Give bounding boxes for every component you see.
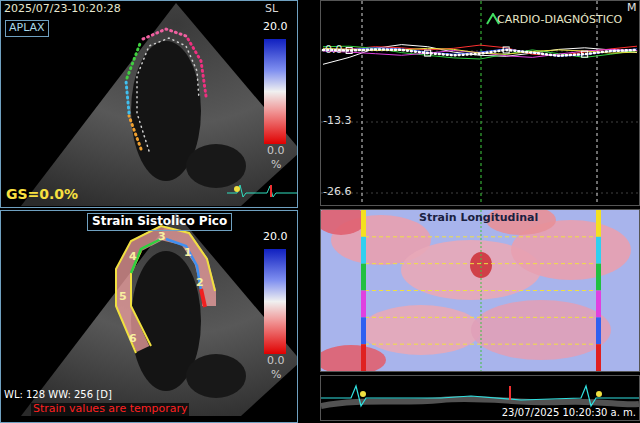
- strain-map[interactable]: Strain Longitudinal: [320, 209, 640, 372]
- grid-line: [321, 122, 639, 123]
- global-strain: GS=0.0%: [6, 186, 78, 202]
- segment-bar: [361, 210, 366, 237]
- y-tick: -26.6: [323, 186, 351, 199]
- segment-bar: [361, 291, 366, 318]
- window-level: WL: 128 WW: 256 [D]: [4, 389, 112, 401]
- segment-bar: [596, 317, 601, 344]
- marker-icon: [596, 391, 602, 397]
- strain-curve-chart[interactable]: 0.0 -13.3 -26.6 M CARDIO-DIAGNÓSTICO: [320, 0, 640, 206]
- timestamp: 23/07/2025 10:20:30 a. m.: [502, 407, 636, 419]
- segment-label: 2: [196, 277, 204, 290]
- segment-bar: [596, 264, 601, 291]
- scale-max: 20.0: [263, 21, 288, 34]
- y-tick: 0.0: [325, 44, 343, 57]
- segment-bar: [596, 344, 601, 371]
- brand-label: CARDIO-DIAGNÓSTICO: [497, 14, 622, 27]
- strain-band: [123, 233, 209, 349]
- echo-view-panel[interactable]: 2025/07/23-10:20:28 APLAX SL 20.0 0.0% GS=0.0…: [0, 0, 298, 208]
- tracking-points: [126, 81, 129, 113]
- segment-bar: [361, 317, 366, 344]
- grid-line: [321, 193, 639, 194]
- ecg-icon: [227, 181, 297, 201]
- la-cavity: [186, 354, 246, 398]
- curve-marker: [582, 51, 588, 57]
- segment-label: 5: [119, 291, 127, 304]
- scale-unit: %: [271, 369, 281, 382]
- curve-marker: [425, 50, 431, 56]
- color-scale: [264, 39, 286, 144]
- strain-curve: [323, 46, 637, 59]
- epicardial-contour: [116, 226, 215, 353]
- marker-icon: [360, 391, 366, 397]
- map-title: Strain Longitudinal: [419, 212, 538, 225]
- segment-label: 6: [129, 333, 137, 346]
- event-marker: [481, 1, 482, 205]
- segment-label: 3: [158, 231, 166, 244]
- strain-curve: [323, 45, 637, 65]
- segment-contour: [166, 239, 201, 291]
- marker-icon: [509, 386, 511, 400]
- strain-region: [321, 210, 366, 235]
- scale-unit: %: [271, 159, 281, 172]
- segment-bar: [361, 237, 366, 264]
- curve-marker: [503, 47, 509, 53]
- segment-bar: [361, 264, 366, 291]
- curve-marker: [346, 47, 352, 53]
- strain-region: [471, 300, 611, 360]
- segment-divider: [365, 236, 597, 237]
- segment-contour: [201, 289, 205, 307]
- color-scale: [264, 249, 286, 354]
- segment-divider: [365, 317, 597, 318]
- segment-bar: [596, 237, 601, 264]
- tracking-points: [143, 29, 186, 39]
- strain-curve: [323, 49, 637, 55]
- acquisition-datetime: 2025/07/23-10:20:28: [4, 3, 121, 16]
- y-tick: -13.3: [323, 115, 351, 128]
- ecg-strip[interactable]: 23/07/2025 10:20:30 a. m.: [320, 375, 640, 421]
- tracking-points: [188, 39, 206, 96]
- view-title: Strain Sistolico Pico: [87, 213, 232, 231]
- event-marker: [362, 1, 363, 205]
- temporary-warning: Strain values are temporary: [31, 403, 189, 416]
- segment-divider: [365, 344, 597, 345]
- corner-label: M: [627, 2, 637, 15]
- segment-bar: [596, 291, 601, 318]
- segment-label: 4: [129, 251, 137, 264]
- map-ground: [321, 210, 639, 371]
- segment-label: 1: [184, 247, 192, 260]
- segment-divider: [365, 263, 597, 264]
- segment-bar: [596, 210, 601, 237]
- color-scale: [264, 249, 286, 354]
- segment-bar: [361, 344, 366, 371]
- event-marker: [597, 1, 598, 205]
- strain-region: [361, 305, 481, 355]
- ecg-trace: [321, 386, 639, 406]
- scale-min: 0.0: [267, 145, 285, 158]
- scale-min: 0.0: [267, 355, 285, 368]
- la-cavity: [186, 144, 246, 188]
- strain-region: [321, 345, 386, 371]
- segment-divider: [365, 290, 597, 291]
- scale-max: 20.0: [263, 231, 288, 244]
- endocardial-points: [137, 38, 199, 151]
- strain-curve: [323, 48, 637, 57]
- echo-sector: [21, 3, 297, 206]
- scale-label: SL: [265, 3, 278, 16]
- strain-view-panel[interactable]: Strain Sistolico Pico 20.0 0.0% 1 2 3 4 5 6 WL: 1…: [0, 210, 298, 423]
- echo-sector: [21, 213, 297, 416]
- view-label: APLAX: [5, 20, 49, 37]
